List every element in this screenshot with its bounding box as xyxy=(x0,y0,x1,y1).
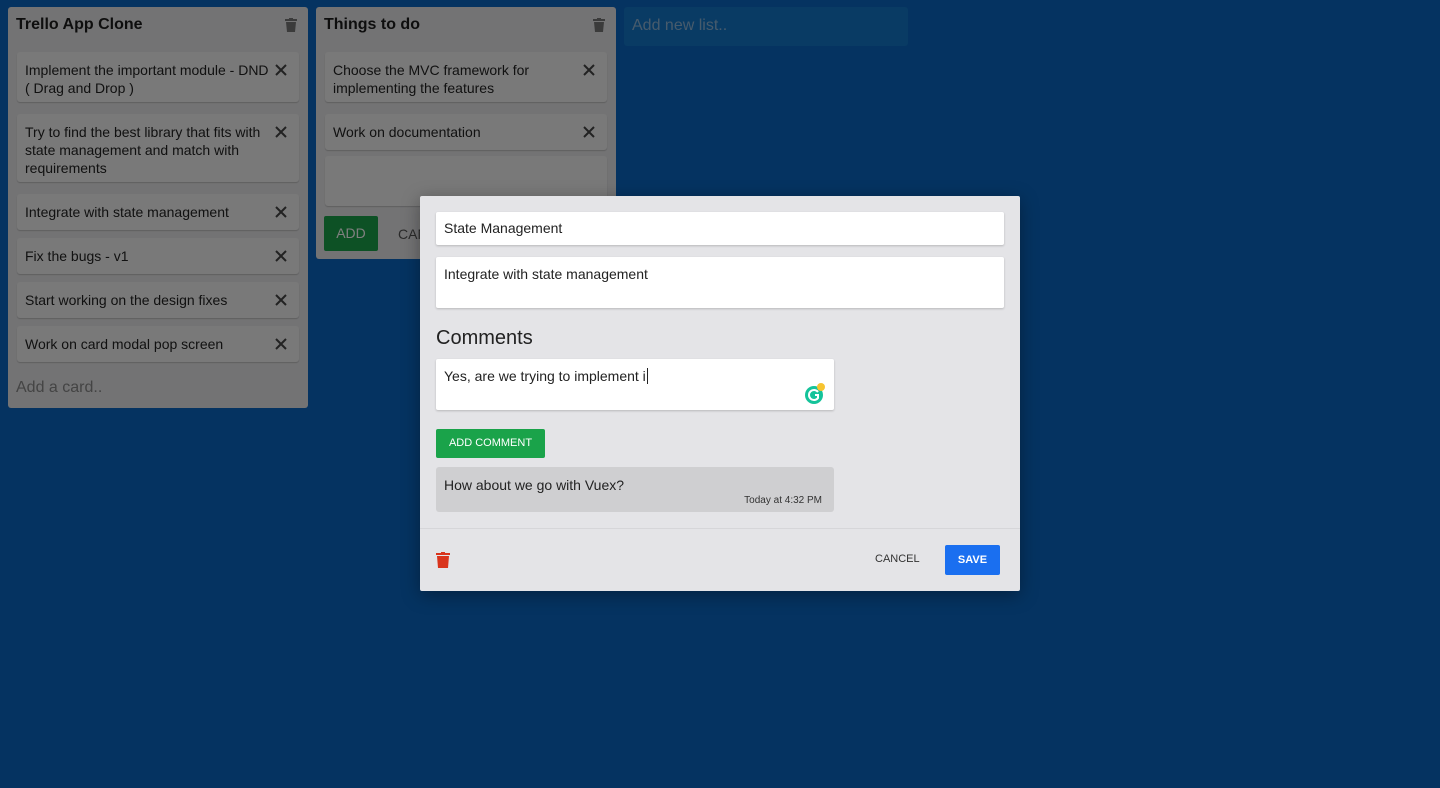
card-modal: State Management Integrate with state ma… xyxy=(420,196,1020,591)
comment-input[interactable]: Yes, are we trying to implement i xyxy=(436,359,834,410)
comment-timestamp: Today at 4:32 PM xyxy=(744,495,822,506)
comment-text: How about we go with Vuex? xyxy=(444,477,625,493)
card-description-value: Integrate with state management xyxy=(444,266,648,282)
card-title-value: State Management xyxy=(444,220,563,236)
comment-draft: Yes, are we trying to implement i xyxy=(444,368,646,384)
save-button[interactable]: SAVE xyxy=(945,545,1000,575)
add-comment-button[interactable]: ADD COMMENT xyxy=(436,429,545,458)
card-description-input[interactable]: Integrate with state management xyxy=(436,257,1004,308)
card-title-input[interactable]: State Management xyxy=(436,212,1004,245)
comment-item: How about we go with Vuex? Today at 4:32… xyxy=(436,467,834,512)
text-caret xyxy=(646,368,648,384)
grammarly-icon[interactable] xyxy=(804,383,826,405)
comments-heading: Comments xyxy=(436,327,533,349)
cancel-button[interactable]: CANCEL xyxy=(875,553,920,565)
divider xyxy=(420,528,1020,529)
trash-icon[interactable] xyxy=(436,552,450,568)
